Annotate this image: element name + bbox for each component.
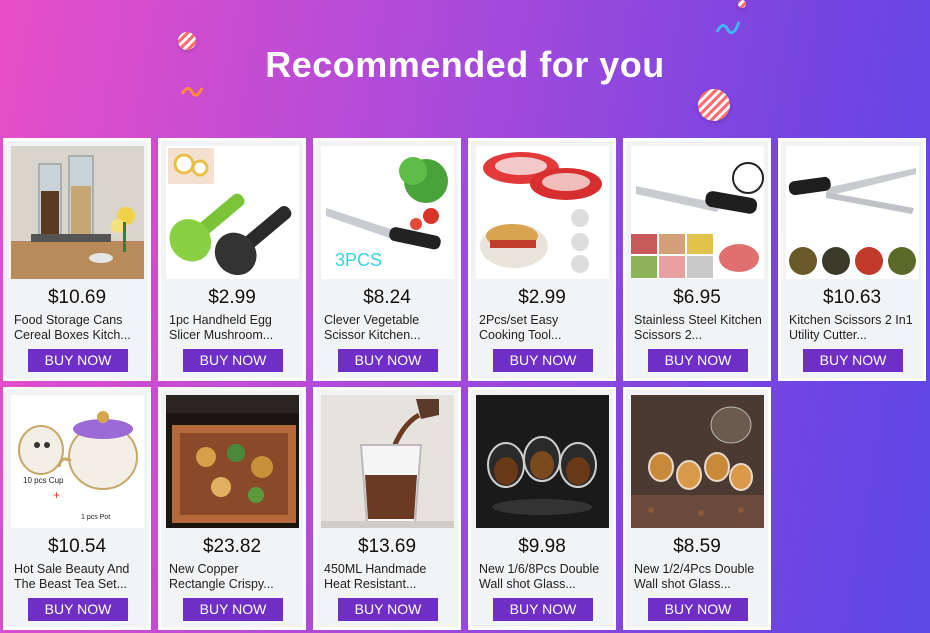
product-price: $10.69 <box>47 287 107 308</box>
product-card[interactable]: $9.98 New 1/6/8Pcs Double Wall shot Glas… <box>468 387 616 630</box>
buy-now-button[interactable]: BUY NOW <box>28 598 128 621</box>
striped-ball-decoration <box>698 89 730 121</box>
product-image-utility-cutter[interactable] <box>786 146 919 279</box>
product-image-vegetable-scissor[interactable]: 3PCS <box>321 146 454 279</box>
product-image-steel-scissors[interactable] <box>631 146 764 279</box>
product-image-tea-set[interactable]: 10 pcs Cup + 1 pcs Pot <box>11 395 144 528</box>
image-label-3pcs: 3PCS <box>335 250 382 270</box>
product-price: $6.95 <box>673 287 721 308</box>
product-price: $9.98 <box>518 536 566 557</box>
buy-now-button[interactable]: BUY NOW <box>338 349 438 372</box>
product-card[interactable]: $23.82 New Copper Rectangle Crispy... BU… <box>158 387 306 630</box>
product-card[interactable]: $8.59 New 1/2/4Pcs Double Wall shot Glas… <box>623 387 771 630</box>
buy-now-button[interactable]: BUY NOW <box>183 598 283 621</box>
buy-now-button[interactable]: BUY NOW <box>183 349 283 372</box>
product-image-egg-slicer[interactable] <box>166 146 299 279</box>
product-price: $2.99 <box>518 287 566 308</box>
banner: Recommended for you <box>0 0 930 135</box>
product-name[interactable]: 450ML Handmade Heat Resistant... <box>324 562 452 594</box>
buy-now-button[interactable]: BUY NOW <box>493 598 593 621</box>
product-image-tea-glasses[interactable] <box>631 395 764 528</box>
product-name[interactable]: Hot Sale Beauty And The Beast Tea Set... <box>14 562 142 594</box>
product-name[interactable]: Food Storage Cans Cereal Boxes Kitch... <box>14 313 142 345</box>
buy-now-button[interactable]: BUY NOW <box>338 598 438 621</box>
product-name[interactable]: Stainless Steel Kitchen Scissors 2... <box>634 313 762 345</box>
product-card[interactable]: $2.99 1pc Handheld Egg Slicer Mushroom..… <box>158 138 306 381</box>
product-name[interactable]: Clever Vegetable Scissor Kitchen... <box>324 313 452 345</box>
product-name[interactable]: New 1/6/8Pcs Double Wall shot Glass... <box>479 562 607 594</box>
product-card[interactable]: 3PCS $8.24 Clever Vegetable Scissor Kitc… <box>313 138 461 381</box>
page-title: Recommended for you <box>265 44 665 85</box>
product-card[interactable]: $2.99 2Pcs/set Easy Cooking Tool... BUY … <box>468 138 616 381</box>
product-image-glass-cup[interactable] <box>321 395 454 528</box>
plus-icon: + <box>53 488 60 502</box>
striped-ball-decoration <box>738 0 746 8</box>
product-image-egg-cooker[interactable] <box>476 146 609 279</box>
product-image-shot-glasses[interactable] <box>476 395 609 528</box>
image-label-cup: 10 pcs Cup <box>23 476 64 485</box>
product-card[interactable]: $10.63 Kitchen Scissors 2 In1 Utility Cu… <box>778 138 926 381</box>
buy-now-button[interactable]: BUY NOW <box>648 598 748 621</box>
product-name[interactable]: New Copper Rectangle Crispy... <box>169 562 297 594</box>
product-card[interactable]: 10 pcs Cup + 1 pcs Pot $10.54 Hot Sale B… <box>3 387 151 630</box>
buy-now-button[interactable]: BUY NOW <box>493 349 593 372</box>
product-name[interactable]: 1pc Handheld Egg Slicer Mushroom... <box>169 313 297 345</box>
product-price: $10.63 <box>822 287 882 308</box>
product-price: $13.69 <box>357 536 417 557</box>
product-price: $23.82 <box>202 536 262 557</box>
buy-now-button[interactable]: BUY NOW <box>803 349 903 372</box>
product-image-copper-tray[interactable] <box>166 395 299 528</box>
product-image-food-storage[interactable] <box>11 146 144 279</box>
product-name[interactable]: 2Pcs/set Easy Cooking Tool... <box>479 313 607 345</box>
product-price: $8.59 <box>673 536 721 557</box>
confetti-decoration <box>715 21 741 35</box>
image-label-pot: 1 pcs Pot <box>81 514 110 521</box>
product-price: $8.24 <box>363 287 411 308</box>
product-card[interactable]: $10.69 Food Storage Cans Cereal Boxes Ki… <box>3 138 151 381</box>
product-name[interactable]: New 1/2/4Pcs Double Wall shot Glass... <box>634 562 762 594</box>
product-name[interactable]: Kitchen Scissors 2 In1 Utility Cutter... <box>789 313 917 345</box>
product-price: $10.54 <box>47 536 107 557</box>
buy-now-button[interactable]: BUY NOW <box>28 349 128 372</box>
product-card[interactable]: $6.95 Stainless Steel Kitchen Scissors 2… <box>623 138 771 381</box>
product-card[interactable]: $13.69 450ML Handmade Heat Resistant... … <box>313 387 461 630</box>
buy-now-button[interactable]: BUY NOW <box>648 349 748 372</box>
product-price: $2.99 <box>208 287 256 308</box>
